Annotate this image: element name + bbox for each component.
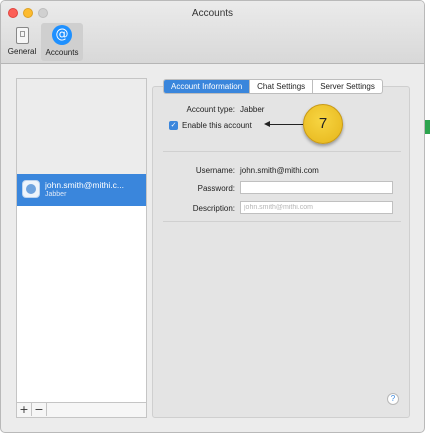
description-label: Description: — [192, 204, 235, 213]
toolbar-general[interactable]: General — [5, 23, 39, 61]
callout-arrow-line — [268, 124, 303, 125]
password-label: Password: — [197, 184, 235, 193]
step-callout-badge: 7 — [303, 104, 343, 144]
divider — [163, 151, 401, 152]
accounts-list-footer: + − — [17, 402, 146, 417]
add-account-button[interactable]: + — [17, 403, 32, 416]
toolbar-accounts[interactable]: @ Accounts — [41, 23, 83, 61]
password-field[interactable] — [240, 181, 393, 194]
account-type-label: Account type: — [186, 105, 235, 114]
jabber-account-icon — [22, 180, 40, 198]
help-button[interactable]: ? — [387, 393, 399, 405]
preferences-window: Accounts General @ Accounts john.smith@m… — [0, 0, 425, 433]
tab-server-settings[interactable]: Server Settings — [313, 80, 382, 93]
divider — [163, 221, 401, 222]
enable-account-label: Enable this account — [182, 121, 252, 130]
account-list-item[interactable]: john.smith@mithi.c... Jabber — [17, 174, 146, 206]
tab-account-information[interactable]: Account Information — [164, 80, 251, 93]
account-type: Jabber — [45, 191, 67, 198]
description-field[interactable] — [240, 201, 393, 214]
account-settings-panel — [152, 86, 410, 418]
background-edge — [425, 120, 430, 134]
account-name: john.smith@mithi.c... — [45, 180, 125, 190]
accounts-list-empty-area — [17, 79, 146, 175]
settings-tabs: Account Information Chat Settings Server… — [163, 79, 383, 94]
title-bar: Accounts General @ Accounts — [1, 1, 424, 64]
toolbar-general-label: General — [7, 47, 37, 56]
general-icon — [15, 27, 29, 44]
at-sign-icon: @ — [52, 25, 72, 45]
toolbar-accounts-label: Accounts — [45, 48, 79, 57]
account-type-value: Jabber — [240, 105, 265, 114]
window-title: Accounts — [191, 8, 234, 19]
accounts-list: john.smith@mithi.c... Jabber + − — [16, 78, 147, 418]
tab-chat-settings[interactable]: Chat Settings — [250, 80, 314, 93]
remove-account-button[interactable]: − — [32, 403, 47, 416]
username-label: Username: — [195, 166, 235, 175]
callout-arrow-head — [264, 121, 270, 127]
username-value: john.smith@mithi.com — [240, 166, 319, 175]
enable-account-checkbox[interactable]: ✓ — [169, 121, 178, 130]
